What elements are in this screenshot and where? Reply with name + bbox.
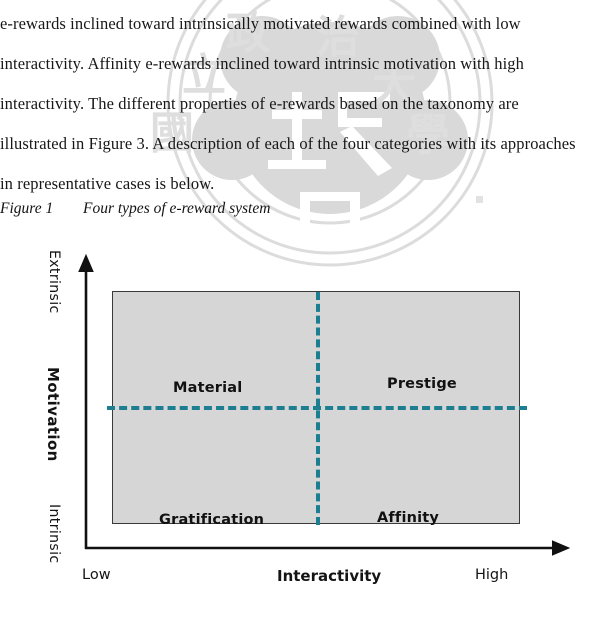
body-text-line: interactivity. Affinity e-rewards inclin… [0, 54, 524, 73]
body-text-line: e-rewards inclined toward intrinsically … [0, 14, 521, 33]
four-types-of-e-reward-system-diagram: Extrinsic Motivation Intrinsic Material … [0, 240, 615, 633]
interactivity-divider-line [316, 292, 320, 525]
y-axis-high-label: Extrinsic [46, 250, 62, 314]
body-text-line: in representative cases is below. [0, 174, 215, 193]
x-axis-high-label: High [475, 567, 509, 583]
x-axis-title: Interactivity [277, 567, 382, 585]
quadrant-label-prestige[interactable]: Prestige [387, 376, 457, 392]
quadrant-label-material[interactable]: Material [173, 380, 242, 396]
y-axis-title: Motivation [44, 367, 62, 462]
quadrant-label-gratification[interactable]: Gratification [159, 512, 264, 528]
figure-caption-title: Four types of e-reward system [83, 200, 271, 217]
quadrant-label-affinity[interactable]: Affinity [377, 510, 439, 526]
quadrant-panel: Material Prestige Gratification Affinity [107, 291, 527, 528]
body-text-line: interactivity. The different properties … [0, 94, 519, 113]
body-text-line: illustrated in Figure 3. A description o… [0, 134, 576, 153]
x-axis-low-label: Low [82, 567, 111, 583]
figure-caption: Figure 1 Four types of e-reward system [0, 200, 270, 218]
y-axis-low-label: Intrinsic [46, 504, 62, 564]
figure-caption-label: Figure 1 [0, 200, 54, 217]
